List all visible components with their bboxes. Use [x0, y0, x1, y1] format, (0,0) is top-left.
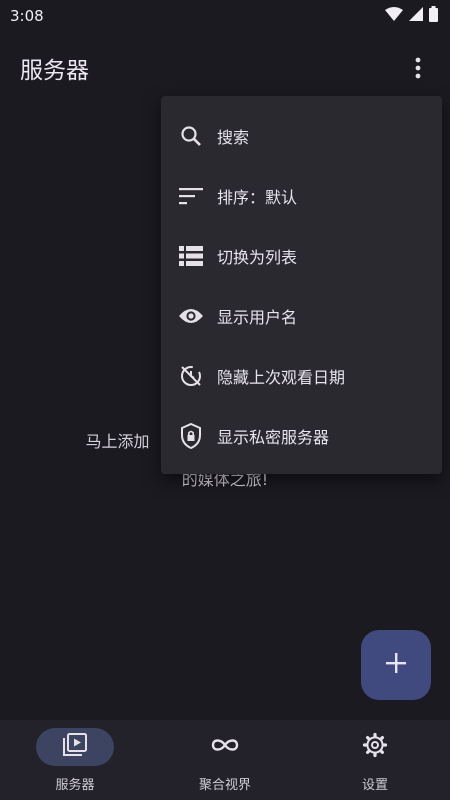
- status-icons: [385, 6, 438, 26]
- nav-item-servers[interactable]: 服务器: [0, 720, 150, 800]
- status-time: 3:08: [10, 7, 44, 25]
- menu-item-label: 搜索: [217, 128, 250, 147]
- search-icon: [177, 122, 205, 150]
- add-server-button[interactable]: [361, 630, 431, 700]
- menu-item-label: 排序：默认: [217, 188, 298, 207]
- nav-label: 服务器: [55, 778, 95, 793]
- menu-item-toggle-list[interactable]: 切换为列表: [161, 226, 442, 286]
- menu-item-label: 显示私密服务器: [217, 428, 330, 447]
- menu-item-sort[interactable]: 排序：默认: [161, 166, 442, 226]
- nav-icon-container: [336, 728, 414, 766]
- nav-item-settings[interactable]: 设置: [300, 720, 450, 800]
- signal-icon: [409, 7, 423, 25]
- more-vert-icon[interactable]: [406, 48, 430, 88]
- menu-item-show-private-servers[interactable]: 显示私密服务器: [161, 406, 442, 466]
- eye-icon: [177, 302, 205, 330]
- gear-icon: [362, 732, 388, 762]
- menu-item-label: 隐藏上次观看日期: [217, 368, 346, 387]
- nav-label: 设置: [361, 778, 388, 793]
- list-icon: [177, 242, 205, 270]
- wifi-icon: [385, 7, 403, 25]
- nav-icon-container: [186, 728, 264, 766]
- history-off-icon: [177, 362, 205, 390]
- overflow-menu: 搜索 排序：默认 切换为列表 显示用户名 隐藏上次观看日期 显示私密服务器: [161, 96, 442, 474]
- app-bar: 服务器: [0, 40, 450, 96]
- plus-icon: [386, 653, 406, 677]
- status-bar: 3:08: [0, 0, 450, 32]
- infinity-icon: [210, 737, 240, 757]
- video-library-icon: [62, 733, 88, 761]
- menu-item-label: 显示用户名: [217, 308, 298, 327]
- menu-item-search[interactable]: 搜索: [161, 106, 442, 166]
- menu-item-show-username[interactable]: 显示用户名: [161, 286, 442, 346]
- nav-label: 聚合视界: [198, 778, 251, 793]
- page-title: 服务器: [20, 58, 89, 84]
- menu-item-label: 切换为列表: [217, 248, 298, 267]
- nav-active-indicator: [36, 728, 114, 766]
- menu-item-hide-last-watched[interactable]: 隐藏上次观看日期: [161, 346, 442, 406]
- shield-lock-icon: [177, 422, 205, 450]
- battery-icon: [429, 6, 438, 26]
- nav-item-aggregate[interactable]: 聚合视界: [150, 720, 300, 800]
- bottom-nav: 服务器 聚合视界 设置: [0, 720, 450, 800]
- sort-icon: [177, 182, 205, 210]
